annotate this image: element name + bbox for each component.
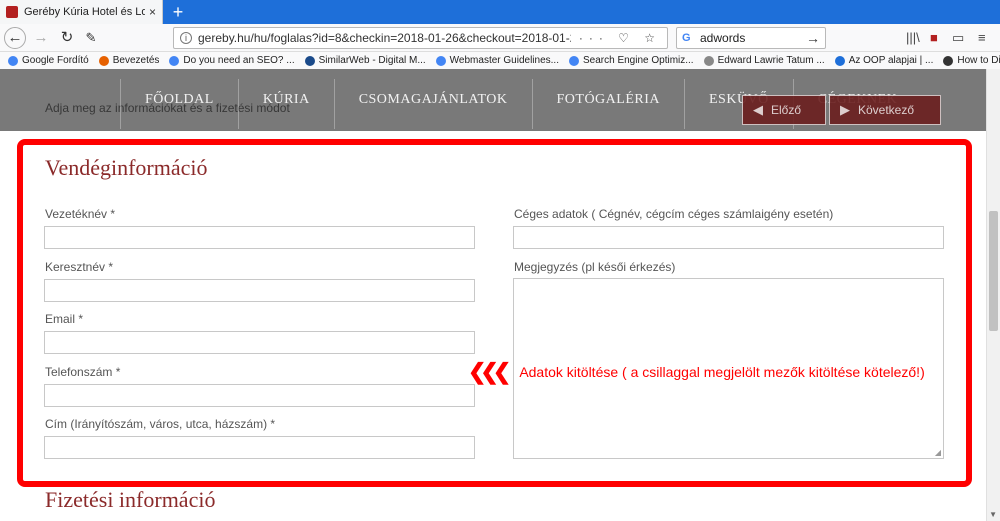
- arrow-left-icon: ◀: [753, 102, 763, 117]
- reload-button[interactable]: ↻: [56, 28, 78, 48]
- annotation-callout: ❮❮❮ Adatok kitöltése ( a csillaggal megj…: [468, 359, 925, 385]
- sidebar-icon[interactable]: ▭: [952, 30, 964, 46]
- menu-icon[interactable]: ≡: [978, 30, 986, 45]
- bookmark-icon: [943, 55, 954, 66]
- email-label: Email *: [45, 312, 84, 326]
- scrollbar-thumb[interactable]: [989, 211, 998, 331]
- next-button[interactable]: ▶ Következő: [829, 95, 941, 125]
- firstname-label: Keresztnév *: [45, 260, 114, 274]
- similarweb-icon: [304, 55, 315, 66]
- company-field[interactable]: [513, 226, 944, 249]
- url-actions-icon[interactable]: ··· ♡ ☆: [579, 31, 661, 45]
- firstname-field[interactable]: [44, 279, 475, 302]
- bookmark-item[interactable]: Edward Lawrie Tatum ...: [703, 55, 825, 66]
- phone-label: Telefonszám *: [45, 365, 121, 379]
- wrench-icon[interactable]: ✎: [80, 28, 102, 48]
- prev-button[interactable]: ◀ Előző: [742, 95, 826, 125]
- google-icon: G: [682, 32, 691, 44]
- annotation-text: Adatok kitöltése ( a csillaggal megjelöl…: [519, 364, 925, 380]
- bookmark-item[interactable]: How to Display Googl...: [943, 55, 1000, 66]
- tab-bar: Geréby Kúria Hotel és Lovasudv... × +: [0, 0, 1000, 24]
- new-tab-button[interactable]: +: [168, 2, 188, 22]
- bookmark-item[interactable]: Webmaster Guidelines...: [435, 55, 559, 66]
- close-tab-icon[interactable]: ×: [149, 5, 156, 19]
- bookmark-item[interactable]: Search Engine Optimiz...: [568, 55, 694, 66]
- library-icon[interactable]: |||\: [906, 30, 920, 45]
- resize-handle-icon[interactable]: ◢: [935, 448, 941, 457]
- bookmark-icon: [834, 55, 845, 66]
- url-text[interactable]: gereby.hu/hu/foglalas?id=8&checkin=2018-…: [198, 31, 571, 45]
- tab-title: Geréby Kúria Hotel és Lovasudv...: [24, 6, 145, 18]
- back-button[interactable]: ←: [4, 27, 26, 49]
- bookmark-item[interactable]: Bevezetés: [98, 55, 159, 66]
- google-icon: [8, 55, 18, 66]
- bookmark-item[interactable]: SimilarWeb - Digital M...: [304, 55, 426, 66]
- extension-badge-icon[interactable]: ■: [930, 30, 938, 45]
- menu-item-packages[interactable]: CSOMAGAJÁNLATOK: [333, 79, 532, 129]
- guest-info-title: Vendéginformáció: [45, 155, 208, 180]
- bookmark-item[interactable]: Do you need an SEO? ...: [169, 55, 295, 66]
- menu-item-home[interactable]: FŐOLDAL: [120, 79, 238, 129]
- site-favicon-icon: [6, 6, 18, 18]
- url-bar[interactable]: i gereby.hu/hu/foglalas?id=8&checkin=201…: [173, 27, 668, 49]
- payment-info-title: Fizetési információ: [45, 487, 216, 512]
- firefox-icon: [98, 55, 109, 66]
- email-field[interactable]: [44, 331, 475, 354]
- address-field[interactable]: [44, 436, 475, 459]
- lastname-label: Vezetéknév *: [45, 207, 116, 221]
- browser-tab[interactable]: Geréby Kúria Hotel és Lovasudv... ×: [0, 0, 163, 24]
- address-label: Cím (Irányítószám, város, utca, házszám)…: [45, 417, 276, 431]
- triple-chevron-left-icon: ❮❮❮: [468, 359, 511, 384]
- scroll-down-icon[interactable]: ▼: [989, 510, 997, 519]
- phone-field[interactable]: [44, 384, 475, 407]
- search-input[interactable]: adwords: [700, 31, 806, 45]
- search-bar[interactable]: G adwords →: [676, 27, 826, 49]
- bookmarks-bar: Google Fordító Bevezetés Do you need an …: [0, 52, 1000, 69]
- lastname-field[interactable]: [44, 226, 475, 249]
- site-nav: Adja meg az információkat és a fizetési …: [0, 69, 986, 131]
- menu-item-kuria[interactable]: KÚRIA: [237, 79, 334, 129]
- bookmark-item[interactable]: Google Fordító: [8, 55, 89, 66]
- forward-button[interactable]: →: [30, 28, 52, 48]
- google-icon: [568, 55, 579, 66]
- google-icon: [169, 55, 180, 66]
- search-go-icon[interactable]: →: [806, 30, 820, 46]
- page-content: Adja meg az információkat és a fizetési …: [0, 69, 1000, 521]
- google-icon: [435, 55, 446, 66]
- info-icon[interactable]: i: [180, 32, 192, 44]
- menu-item-gallery[interactable]: FOTÓGALÉRIA: [531, 79, 685, 129]
- nav-toolbar: ← → ↻ ✎ i gereby.hu/hu/foglalas?id=8&che…: [0, 24, 1000, 52]
- company-label: Céges adatok ( Cégnév, cégcím céges szám…: [514, 207, 834, 221]
- note-label: Megjegyzés (pl késői érkezés): [514, 260, 676, 274]
- scrollbar[interactable]: ▼: [986, 69, 1000, 521]
- wikipedia-icon: [703, 55, 714, 66]
- bookmark-item[interactable]: Az OOP alapjai | ...: [834, 55, 933, 66]
- arrow-right-icon: ▶: [840, 102, 850, 117]
